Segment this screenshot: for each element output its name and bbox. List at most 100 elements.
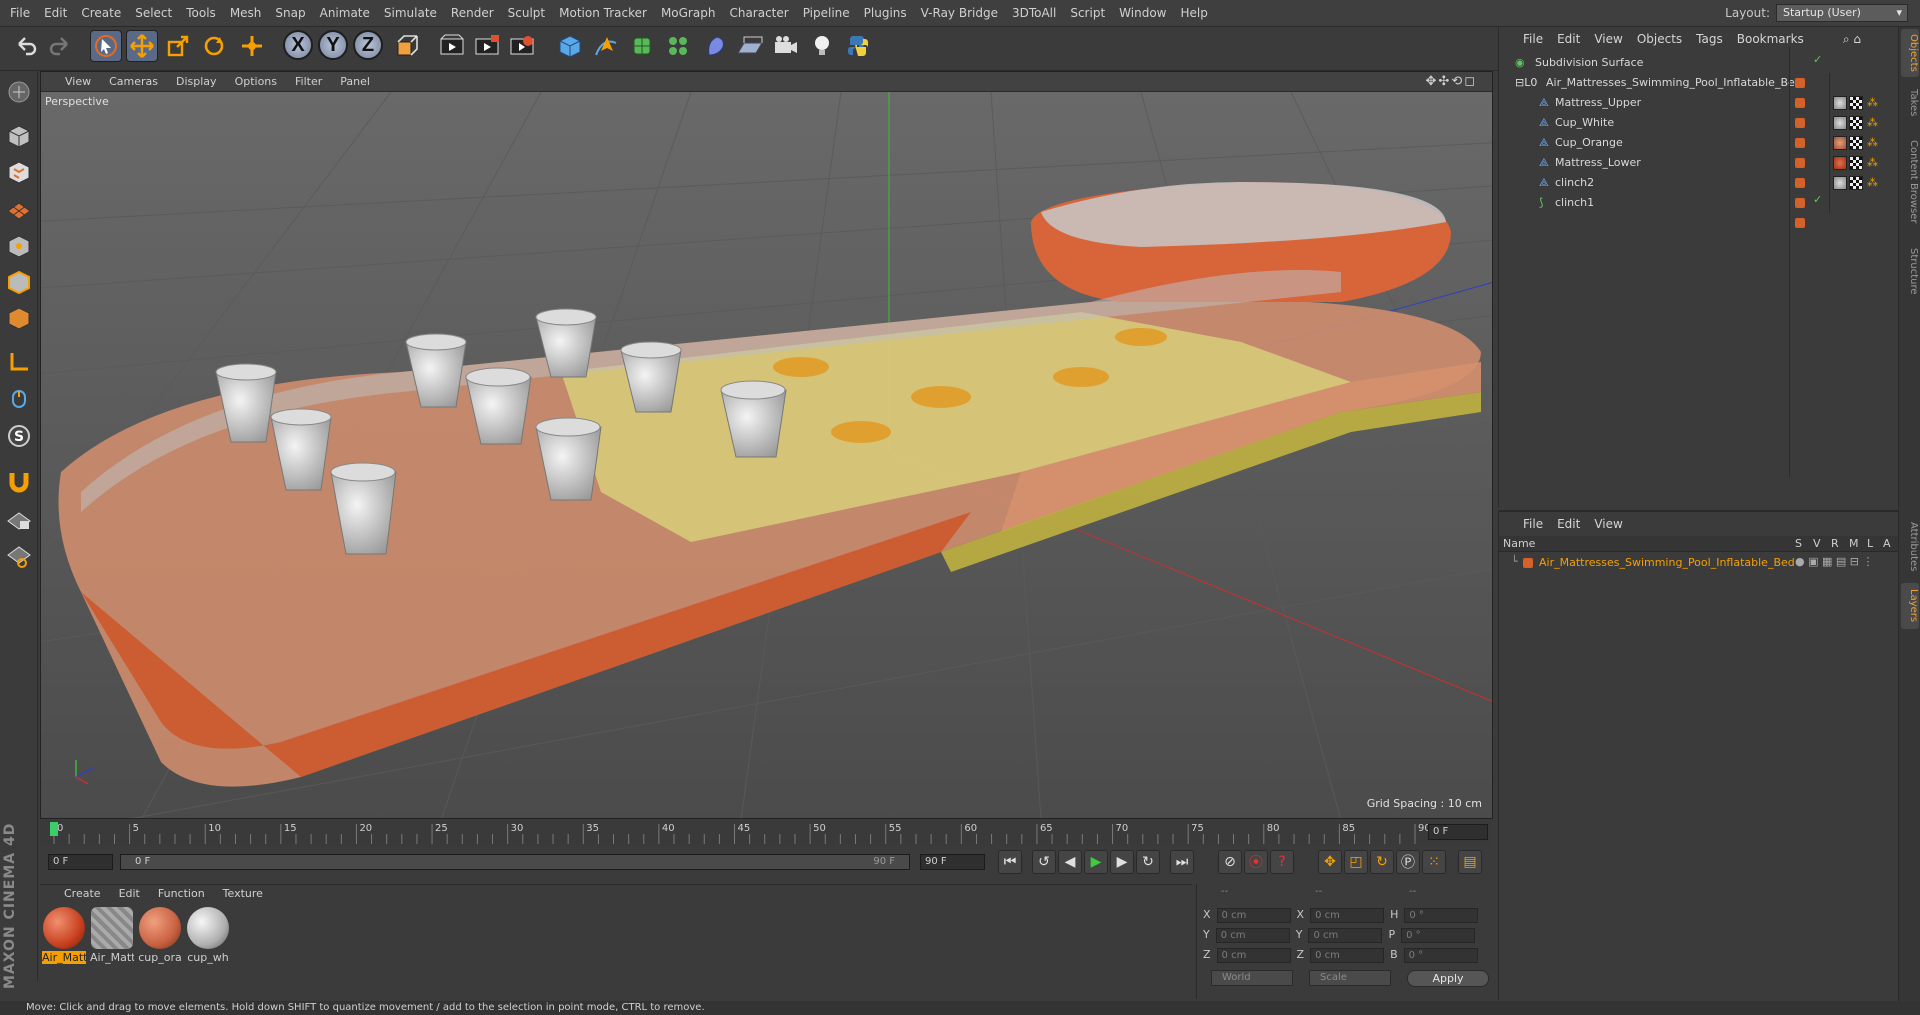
layer-color-dot[interactable]: [1795, 98, 1805, 108]
position-x-field[interactable]: 0 cm: [1216, 908, 1291, 923]
menu-motion-tracker[interactable]: Motion Tracker: [552, 0, 654, 27]
phong-tag-icon[interactable]: ⁂: [1867, 156, 1878, 169]
y-axis-lock-icon[interactable]: Y: [318, 30, 348, 60]
uvw-tag-icon[interactable]: [1849, 136, 1863, 150]
texture-mode-icon[interactable]: [4, 157, 34, 187]
rotation-b-field[interactable]: 0 °: [1403, 948, 1478, 963]
material-tag-icon[interactable]: [1833, 96, 1847, 110]
key-parameter-icon[interactable]: Ⓟ: [1396, 850, 1420, 874]
side-tab-attributes[interactable]: Attributes: [1901, 515, 1919, 579]
side-tab-layers[interactable]: Layers: [1901, 583, 1919, 629]
size-y-field[interactable]: 0 cm: [1308, 928, 1383, 943]
menu-script[interactable]: Script: [1063, 0, 1112, 27]
edges-mode-icon[interactable]: [4, 267, 34, 297]
menu-pipeline[interactable]: Pipeline: [796, 0, 857, 27]
material-tag-icon[interactable]: [1833, 156, 1847, 170]
material-tag-icon[interactable]: [1833, 116, 1847, 130]
menu-sculpt[interactable]: Sculpt: [501, 0, 552, 27]
timeline-ruler[interactable]: 0 5 10 15 20 25 30 35 40 45 50 55 60 65 70 75 80 85 90 0 F: [40, 820, 1493, 845]
end-frame-field[interactable]: 90 F: [920, 854, 985, 870]
pen-spline-icon[interactable]: [590, 30, 622, 62]
snap-icon[interactable]: S: [4, 421, 34, 451]
enabled-check-icon[interactable]: ✓: [1813, 53, 1822, 66]
render-to-picture-viewer-icon[interactable]: [471, 30, 503, 62]
z-axis-lock-icon[interactable]: Z: [353, 30, 383, 60]
menu-file[interactable]: File: [3, 0, 37, 27]
material-swatch[interactable]: Air_Matt: [42, 907, 86, 964]
planar-workplane-icon[interactable]: [4, 541, 34, 571]
material-menu-function[interactable]: Function: [149, 885, 214, 903]
layer-color-dot[interactable]: [1795, 118, 1805, 128]
size-z-field[interactable]: 0 cm: [1310, 948, 1385, 963]
render-settings-icon[interactable]: [506, 30, 538, 62]
material-menu-edit[interactable]: Edit: [110, 885, 149, 903]
bend-deformer-icon[interactable]: [700, 30, 732, 62]
key-rotation-icon[interactable]: ↻: [1370, 850, 1394, 874]
size-x-field[interactable]: 0 cm: [1310, 908, 1385, 923]
viewport-menu-filter[interactable]: Filter: [286, 72, 331, 92]
record-keyframe-icon[interactable]: ⊘: [1218, 850, 1242, 874]
side-tab-takes[interactable]: Takes: [1901, 83, 1919, 123]
material-tag-icon[interactable]: [1833, 136, 1847, 150]
key-position-icon[interactable]: ✥: [1318, 850, 1342, 874]
uvw-tag-icon[interactable]: [1849, 156, 1863, 170]
camera-icon[interactable]: [770, 30, 802, 62]
viewport-menu-panel[interactable]: Panel: [331, 72, 379, 92]
start-frame-field[interactable]: 0 F: [48, 854, 113, 870]
tree-row-subdivision-surface[interactable]: ◉ Subdivision Surface: [1499, 53, 1899, 73]
menu-window[interactable]: Window: [1112, 0, 1173, 27]
layer-color-dot[interactable]: [1795, 158, 1805, 168]
material-tag-icon[interactable]: [1833, 176, 1847, 190]
om-menu-view[interactable]: View: [1587, 27, 1629, 51]
go-to-start-icon[interactable]: ⏮: [998, 850, 1022, 874]
key-point-level-icon[interactable]: ⁙: [1422, 850, 1446, 874]
viewport-menu-display[interactable]: Display: [167, 72, 226, 92]
render-view-icon[interactable]: [436, 30, 468, 62]
menu-create[interactable]: Create: [74, 0, 128, 27]
perspective-viewport[interactable]: View Cameras Display Options Filter Panel ✥✣⟲…: [40, 71, 1493, 819]
layer-color-dot[interactable]: [1795, 78, 1805, 88]
model-mode-icon[interactable]: [4, 121, 34, 151]
menu-render[interactable]: Render: [444, 0, 501, 27]
go-to-end-icon[interactable]: ⏭: [1170, 850, 1194, 874]
previous-keyframe-icon[interactable]: ↺: [1032, 850, 1056, 874]
coordinate-mode-dropdown[interactable]: Scale: [1309, 970, 1391, 986]
light-icon[interactable]: [806, 30, 838, 62]
key-scale-icon[interactable]: ◰: [1344, 850, 1368, 874]
layer-color-dot[interactable]: [1795, 218, 1805, 228]
cube-primitive-icon[interactable]: [554, 30, 586, 62]
menu-vray-bridge[interactable]: V-Ray Bridge: [914, 0, 1005, 27]
lm-menu-view[interactable]: View: [1587, 512, 1629, 536]
coordinate-system-icon[interactable]: [392, 30, 424, 62]
om-menu-objects[interactable]: Objects: [1630, 27, 1689, 51]
viewport-nav-icons[interactable]: ✥✣⟲◻: [1417, 72, 1486, 92]
menu-character[interactable]: Character: [722, 0, 795, 27]
material-swatch[interactable]: Air_Matt: [90, 907, 134, 964]
keyframe-selection-icon[interactable]: ?: [1270, 850, 1294, 874]
scale-tool-icon[interactable]: [162, 30, 194, 62]
layer-color-dot[interactable]: [1795, 198, 1805, 208]
subdivision-surface-icon[interactable]: [626, 30, 658, 62]
autokey-icon[interactable]: ⦿: [1244, 850, 1268, 874]
lm-menu-file[interactable]: File: [1499, 512, 1550, 536]
menu-3dtoall[interactable]: 3DToAll: [1005, 0, 1063, 27]
menu-tools[interactable]: Tools: [179, 0, 223, 27]
menu-edit[interactable]: Edit: [37, 0, 74, 27]
enabled-check-icon[interactable]: ✓: [1813, 193, 1822, 206]
position-y-field[interactable]: 0 cm: [1215, 928, 1290, 943]
menu-help[interactable]: Help: [1173, 0, 1214, 27]
tree-row-clinch1[interactable]: ⟆ clinch1: [1499, 193, 1899, 213]
layer-color-dot[interactable]: [1795, 138, 1805, 148]
playhead-marker[interactable]: [50, 822, 58, 836]
phong-tag-icon[interactable]: ⁂: [1867, 96, 1878, 109]
menu-plugins[interactable]: Plugins: [857, 0, 914, 27]
next-keyframe-icon[interactable]: ↻: [1136, 850, 1160, 874]
side-tab-structure[interactable]: Structure: [1901, 241, 1919, 301]
frame-range-slider[interactable]: 0 F 90 F: [120, 854, 910, 870]
material-swatch[interactable]: cup_wh: [186, 907, 230, 964]
om-menu-file[interactable]: File: [1499, 27, 1550, 51]
lm-menu-edit[interactable]: Edit: [1550, 512, 1587, 536]
menu-select[interactable]: Select: [128, 0, 179, 27]
points-mode-icon[interactable]: [4, 231, 34, 261]
layer-toggle-icons[interactable]: ● ▣ ▦ ▤ ⊟ ⋮: [1795, 555, 1873, 568]
